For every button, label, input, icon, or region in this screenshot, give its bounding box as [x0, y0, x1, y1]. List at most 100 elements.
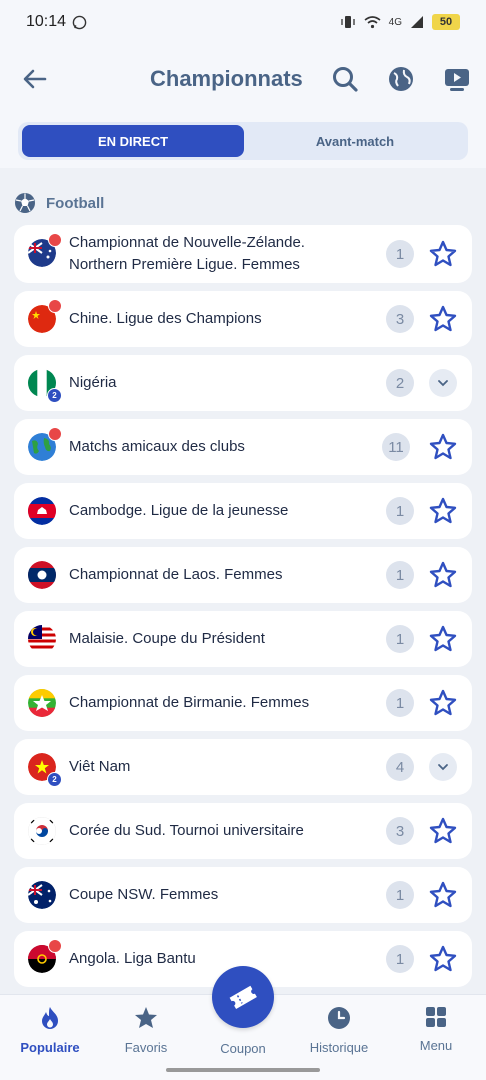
match-count-badge: 1 [386, 625, 414, 653]
championship-name: Nigéria [69, 374, 117, 391]
star-icon[interactable] [428, 432, 458, 462]
chevron-down-icon [438, 764, 448, 771]
myanmar-flag-icon [28, 689, 56, 717]
whatsapp-icon [72, 15, 87, 29]
championship-row[interactable]: Coupe NSW. Femmes 1 [14, 867, 472, 923]
chevron-down-icon [438, 380, 448, 387]
championship-name: Coupe NSW. Femmes [69, 886, 219, 903]
fire-icon [42, 1007, 58, 1029]
championship-name: Corée du Sud. Tournoi universitaire [69, 822, 304, 839]
tab-en-direct[interactable]: EN DIRECT [22, 125, 244, 157]
championship-name: Chine. Ligue des Champions [69, 310, 262, 327]
championship-row[interactable]: Malaisie. Coupe du Président 1 [14, 611, 472, 667]
star-icon[interactable] [428, 816, 458, 846]
australia-flag-icon [28, 881, 56, 909]
section-label: Football [46, 194, 105, 212]
championship-list: Championnat de Nouvelle-Zélande. Norther… [14, 225, 472, 995]
search-icon[interactable] [330, 64, 360, 94]
status-icons: 4G 50 [340, 14, 460, 30]
match-count-badge: 1 [386, 240, 414, 268]
championship-name: Matchs amicaux des clubs [69, 438, 245, 455]
championship-row[interactable]: Cambodge. Ligue de la jeunesse 1 [14, 483, 472, 539]
page-title: Championnats [150, 66, 303, 91]
hot-badge-icon [48, 299, 62, 313]
championship-name: Viêt Nam [69, 758, 131, 775]
star-icon[interactable] [428, 239, 458, 269]
laos-flag-icon [28, 561, 56, 589]
match-count-badge: 1 [386, 945, 414, 973]
globe-icon[interactable] [386, 64, 416, 94]
nav-historique-label: Historique [309, 1040, 369, 1055]
expand-button[interactable] [429, 369, 457, 397]
grid-menu-icon [426, 1007, 446, 1027]
south-korea-flag-icon [28, 817, 56, 845]
nav-menu-label: Menu [419, 1038, 453, 1053]
nav-populaire[interactable]: Populaire [10, 1005, 90, 1055]
star-icon[interactable] [428, 688, 458, 718]
championship-name: Malaisie. Coupe du Président [69, 630, 265, 647]
video-icon[interactable] [442, 64, 472, 94]
signal-icon [411, 16, 423, 28]
coupon-fab-button[interactable] [212, 966, 274, 1028]
nav-coupon[interactable]: Coupon [203, 1035, 283, 1056]
match-count-badge: 4 [386, 753, 414, 781]
vibrate-icon [341, 16, 355, 28]
app-header: Championnats EN DIRECT Avant-match [0, 44, 486, 168]
star-icon[interactable] [428, 560, 458, 590]
status-bar: 10:14 4G 50 [0, 0, 486, 44]
hot-badge-icon [48, 427, 62, 441]
match-count-badge: 3 [386, 817, 414, 845]
championship-name: Championnat de Nouvelle-Zélande. Norther… [69, 225, 381, 283]
championship-name-line1: Championnat de Nouvelle-Zélande. [69, 234, 305, 251]
network-label: 4G [388, 16, 402, 28]
championship-row[interactable]: Championnat de Laos. Femmes 1 [14, 547, 472, 603]
match-count-badge: 1 [386, 689, 414, 717]
nav-favoris-label: Favoris [124, 1040, 168, 1055]
nav-menu[interactable]: Menu [396, 1005, 476, 1053]
championship-name: Championnat de Laos. Femmes [69, 566, 283, 583]
nav-populaire-label: Populaire [20, 1040, 80, 1055]
championship-row[interactable]: Corée du Sud. Tournoi universitaire 3 [14, 803, 472, 859]
championship-row[interactable]: Chine. Ligue des Champions 3 [14, 291, 472, 347]
championship-name: Cambodge. Ligue de la jeunesse [69, 502, 289, 519]
expand-button[interactable] [429, 753, 457, 781]
championship-row[interactable]: 2 Nigéria 2 [14, 355, 472, 411]
ticket-icon [229, 985, 257, 1010]
star-icon[interactable] [428, 880, 458, 910]
sport-section-header: Football [14, 192, 104, 214]
star-icon[interactable] [428, 944, 458, 974]
football-icon [15, 193, 35, 213]
status-time: 10:14 [26, 13, 87, 31]
sub-count-badge: 2 [47, 388, 62, 403]
match-count-badge: 1 [386, 881, 414, 909]
clock: 10:14 [26, 13, 67, 30]
home-indicator [166, 1068, 320, 1072]
sub-count-badge: 2 [47, 772, 62, 787]
tab-avant-match[interactable]: Avant-match [246, 125, 464, 157]
nav-coupon-label: Coupon [220, 1041, 266, 1056]
match-count-badge: 2 [386, 369, 414, 397]
clock-icon [328, 1007, 350, 1029]
nav-favoris[interactable]: Favoris [106, 1005, 186, 1055]
star-filled-icon [135, 1007, 157, 1028]
cambodia-flag-icon [28, 497, 56, 525]
championship-row[interactable]: Matchs amicaux des clubs 11 [14, 419, 472, 475]
championship-name-line2: Northern Première Ligue. Femmes [69, 256, 300, 273]
championship-row[interactable]: Championnat de Birmanie. Femmes 1 [14, 675, 472, 731]
star-icon[interactable] [428, 496, 458, 526]
championship-row[interactable]: 2 Viêt Nam 4 [14, 739, 472, 795]
back-arrow-icon[interactable] [20, 64, 50, 94]
championship-name: Championnat de Birmanie. Femmes [69, 694, 310, 711]
championship-row[interactable]: Championnat de Nouvelle-Zélande. Norther… [14, 225, 472, 283]
hot-badge-icon [48, 233, 62, 247]
battery-icon: 50 [432, 14, 460, 30]
wifi-icon [364, 16, 381, 29]
hot-badge-icon [48, 939, 62, 953]
match-count-badge: 11 [382, 433, 410, 461]
star-icon[interactable] [428, 304, 458, 334]
live-prematch-toggle: EN DIRECT Avant-match [18, 122, 468, 160]
nav-historique[interactable]: Historique [299, 1005, 379, 1055]
match-count-badge: 1 [386, 497, 414, 525]
match-count-badge: 3 [386, 305, 414, 333]
star-icon[interactable] [428, 624, 458, 654]
